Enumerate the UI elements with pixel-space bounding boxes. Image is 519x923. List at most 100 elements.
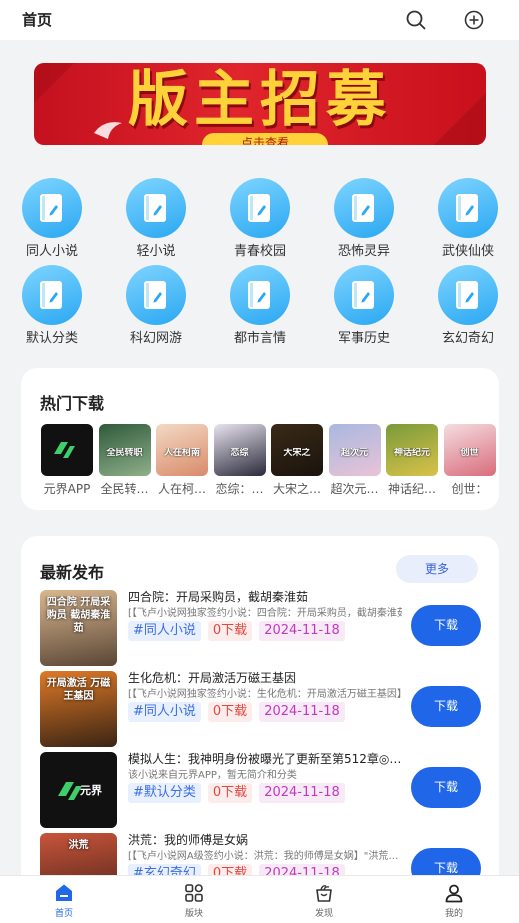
- hot-downloads-title: 热门下载: [40, 394, 105, 413]
- category-circle: [126, 178, 186, 238]
- book-title[interactable]: 四合院：开局采购员，截胡秦淮茹: [128, 588, 402, 605]
- latest-row[interactable]: 开局激活 万磁王基因 生化危机：开局激活万磁王基因 [【飞卢小说网独家签约小说：生化…: [40, 671, 481, 749]
- recruit-banner[interactable]: 版主招募 点击查看: [34, 63, 486, 145]
- cover-text: 人在柯南: [163, 448, 200, 458]
- category-circle: [334, 265, 394, 325]
- category-circle: [438, 178, 498, 238]
- tab-sections[interactable]: 版块: [154, 876, 234, 923]
- category-circle: [438, 265, 498, 325]
- category-circle: [334, 178, 394, 238]
- category-circle: [22, 178, 82, 238]
- category-label: 青春校园: [233, 244, 286, 259]
- category-tag[interactable]: #同人小说: [128, 702, 201, 722]
- hot-download-item[interactable]: 元界APP: [41, 424, 93, 497]
- category-item[interactable]: 武侠仙侠: [416, 178, 519, 259]
- book-description: [【飞卢小说网A级签约小说：洪荒：我的师傅是女娲】"洪荒…: [128, 851, 399, 862]
- category-circle: [230, 178, 290, 238]
- tab-mine-label: 我的: [444, 909, 463, 919]
- book-title[interactable]: 模拟人生：我神明身份被曝光了更新至第512章◎…: [128, 750, 402, 767]
- tab-home[interactable]: 首页: [24, 876, 104, 923]
- book-tags: #默认分类 0下载 2024-11-18: [128, 781, 352, 803]
- category-item[interactable]: 军事历史: [312, 265, 416, 346]
- book-icon: [456, 281, 478, 309]
- hot-download-item[interactable]: 人在柯南人在柯…: [156, 424, 208, 497]
- tab-mine[interactable]: 我的: [414, 876, 494, 923]
- book-icon: [144, 194, 166, 222]
- banner-button[interactable]: 点击查看: [202, 133, 328, 145]
- hot-download-cover: 超次元: [328, 424, 381, 476]
- download-count-tag: 0下载: [207, 621, 253, 641]
- category-label: 玄幻奇幻: [441, 331, 494, 346]
- book-cover[interactable]: 开局激活 万磁王基因: [40, 671, 117, 747]
- home-icon: [56, 884, 72, 901]
- hot-download-name: 神话纪…: [387, 482, 436, 496]
- book-title[interactable]: 洪荒：我的师傅是女娲: [128, 831, 402, 848]
- category-circle: [230, 265, 290, 325]
- category-item[interactable]: 都市言情: [208, 265, 312, 346]
- tab-sections-label: 版块: [184, 909, 203, 919]
- banner-headline: 版主招募: [128, 65, 392, 135]
- hot-download-item[interactable]: 超次元 超次元…: [328, 424, 381, 497]
- hot-download-item[interactable]: 创世 创世：: [443, 424, 496, 497]
- category-item[interactable]: 同人小说: [0, 178, 104, 259]
- hot-download-cover: 全民转职: [98, 424, 151, 476]
- category-item[interactable]: 默认分类: [0, 265, 104, 346]
- date-tag: 2024-11-18: [259, 702, 345, 722]
- hot-download-name: 全民转…: [100, 482, 149, 496]
- book-tags: #同人小说 0下载 2024-11-18: [128, 619, 352, 641]
- hot-download-cover: 恋综: [213, 424, 266, 476]
- book-icon: [40, 194, 62, 222]
- hot-download-name: 创世：: [451, 482, 488, 496]
- hot-download-name: 人在柯…: [157, 482, 206, 496]
- category-item[interactable]: 玄幻奇幻: [416, 265, 519, 346]
- category-circle: [126, 265, 186, 325]
- search-icon[interactable]: [404, 8, 428, 32]
- cover-text: 开局激活 万磁王基因: [46, 678, 111, 702]
- app-logo-icon: [41, 424, 93, 476]
- download-count-tag: 0下载: [207, 783, 253, 803]
- book-icon: [40, 281, 62, 309]
- date-tag: 2024-11-18: [259, 783, 345, 803]
- category-item[interactable]: 青春校园: [208, 178, 312, 259]
- cover-text: 全民转职: [106, 448, 143, 458]
- book-description: [【飞卢小说网独家签约小说：生化危机：开局激活万磁王基因】: [128, 689, 402, 700]
- hot-download-item[interactable]: 恋综 恋综：…: [213, 424, 266, 497]
- category-item[interactable]: 恐怖灵异: [312, 178, 416, 259]
- cover-text: 大宋之: [283, 448, 311, 458]
- category-label: 恐怖灵异: [337, 244, 390, 259]
- top-bar: 首页: [0, 0, 519, 40]
- hot-downloads-card: 热门下载 元界APP 全民转职 全民转… 人在柯南 人在柯… 恋综 恋综：… 大宋之 大宋之… 超…: [21, 368, 499, 510]
- bottom-tab-bar: 首页 版块 发现 我的: [0, 875, 519, 923]
- category-tag[interactable]: #默认分类: [128, 783, 201, 803]
- latest-row[interactable]: 元界 模拟人生：我神明身份被曝光了更新至第512章◎… 该小说来自元界APP，暂无简…: [40, 752, 481, 830]
- hot-download-item[interactable]: 大宋之 大宋之…: [271, 424, 323, 497]
- discover-icon: [316, 885, 332, 902]
- more-button[interactable]: 更多: [396, 555, 478, 583]
- download-button[interactable]: 下载: [411, 767, 481, 808]
- category-label: 军事历史: [337, 331, 390, 346]
- cover-text: 元界: [80, 784, 102, 797]
- category-label: 科幻网游: [129, 331, 182, 346]
- hot-download-item[interactable]: 全民转职全民转…: [98, 424, 151, 497]
- download-button[interactable]: 下载: [411, 605, 481, 646]
- hot-download-item[interactable]: 神话纪元神话纪…: [386, 424, 438, 497]
- book-title[interactable]: 生化危机：开局激活万磁王基因: [128, 669, 402, 686]
- category-label: 轻小说: [136, 244, 176, 259]
- tab-discover[interactable]: 发现: [284, 876, 364, 923]
- hot-download-cover: 神话纪元: [386, 424, 438, 476]
- book-cover[interactable]: 四合院 开局采购员 截胡秦淮茹: [40, 590, 117, 666]
- category-tag[interactable]: #同人小说: [128, 621, 201, 641]
- download-button[interactable]: 下载: [411, 686, 481, 727]
- cover-text: 恋综: [230, 448, 249, 458]
- latest-row[interactable]: 四合院 开局采购员 截胡秦淮茹 四合院：开局采购员，截胡秦淮茹 [【飞卢小说网独家签…: [40, 590, 481, 668]
- book-icon: [352, 194, 374, 222]
- category-item[interactable]: 科幻网游: [104, 265, 208, 346]
- book-cover[interactable]: 元界: [40, 752, 117, 828]
- category-circle: [22, 265, 82, 325]
- category-item[interactable]: 轻小说: [104, 178, 208, 259]
- hot-download-cover: 人在柯南: [156, 424, 208, 476]
- add-circle-icon[interactable]: [462, 8, 486, 32]
- book-description: [【飞卢小说网独家签约小说：四合院：开局采购员，截胡秦淮茹】: [128, 608, 402, 619]
- book-tags: #同人小说 0下载 2024-11-18: [128, 700, 352, 722]
- hot-download-cover: 大宋之: [271, 424, 323, 476]
